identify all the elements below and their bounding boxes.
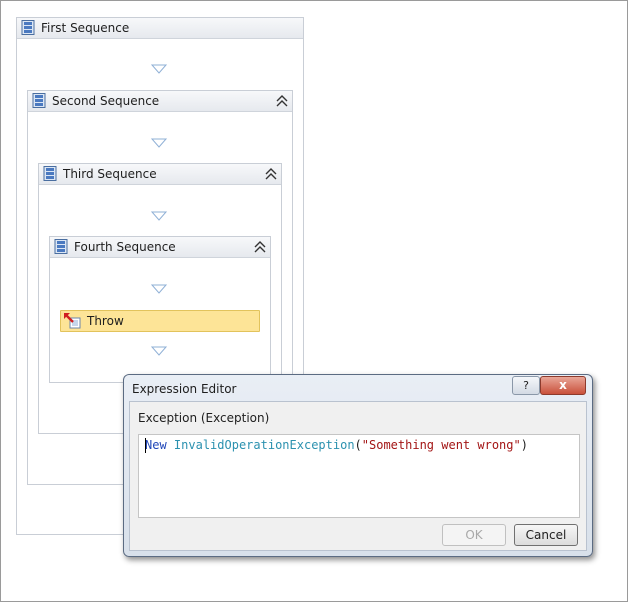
expression-keyword: New xyxy=(145,438,167,452)
throw-activity[interactable]: Throw xyxy=(60,310,260,332)
drop-target-triangle-icon[interactable] xyxy=(151,138,167,148)
help-button[interactable]: ? xyxy=(512,376,540,395)
ok-button[interactable]: OK xyxy=(442,524,506,546)
activity-label: Throw xyxy=(87,314,124,328)
sequence-title: Third Sequence xyxy=(63,167,157,181)
sequence-icon xyxy=(21,20,35,35)
drop-target-triangle-icon[interactable] xyxy=(151,284,167,294)
sequence-header[interactable]: Third Sequence xyxy=(39,164,281,185)
dialog-body: Exception (Exception) New InvalidOperati… xyxy=(129,401,587,551)
double-chevron-up-icon[interactable] xyxy=(265,167,277,181)
double-chevron-up-icon[interactable] xyxy=(276,94,288,108)
field-label: Exception (Exception) xyxy=(138,411,270,425)
cancel-button[interactable]: Cancel xyxy=(514,524,578,546)
expression-close-paren: ) xyxy=(520,438,528,452)
drop-target-triangle-icon[interactable] xyxy=(151,64,167,74)
drop-target-triangle-icon[interactable] xyxy=(151,346,167,356)
expression-type: InvalidOperationException xyxy=(173,438,355,452)
throw-activity-icon xyxy=(64,313,81,329)
sequence-title: Fourth Sequence xyxy=(74,240,176,254)
dialog-title: Expression Editor xyxy=(132,382,237,396)
expression-open-paren: ( xyxy=(354,438,362,452)
close-button[interactable]: x xyxy=(540,376,586,395)
sequence-header[interactable]: Second Sequence xyxy=(28,91,292,112)
sequence-header[interactable]: Fourth Sequence xyxy=(50,237,270,258)
sequence-icon xyxy=(32,93,46,108)
sequence-title: First Sequence xyxy=(41,21,130,35)
text-caret xyxy=(145,438,146,453)
sequence-icon xyxy=(43,166,57,181)
expression-text: New InvalidOperationException("Something… xyxy=(145,438,528,452)
drop-target-triangle-icon[interactable] xyxy=(151,211,167,221)
sequence-header[interactable]: First Sequence xyxy=(17,18,303,39)
sequence-icon xyxy=(54,239,68,254)
expression-string: "Something went wrong" xyxy=(361,438,521,452)
double-chevron-up-icon[interactable] xyxy=(254,240,266,254)
expression-input[interactable]: New InvalidOperationException("Something… xyxy=(138,434,580,518)
sequence-title: Second Sequence xyxy=(52,94,160,108)
expression-editor-dialog: Expression Editor ? x Exception (Excepti… xyxy=(123,374,593,557)
